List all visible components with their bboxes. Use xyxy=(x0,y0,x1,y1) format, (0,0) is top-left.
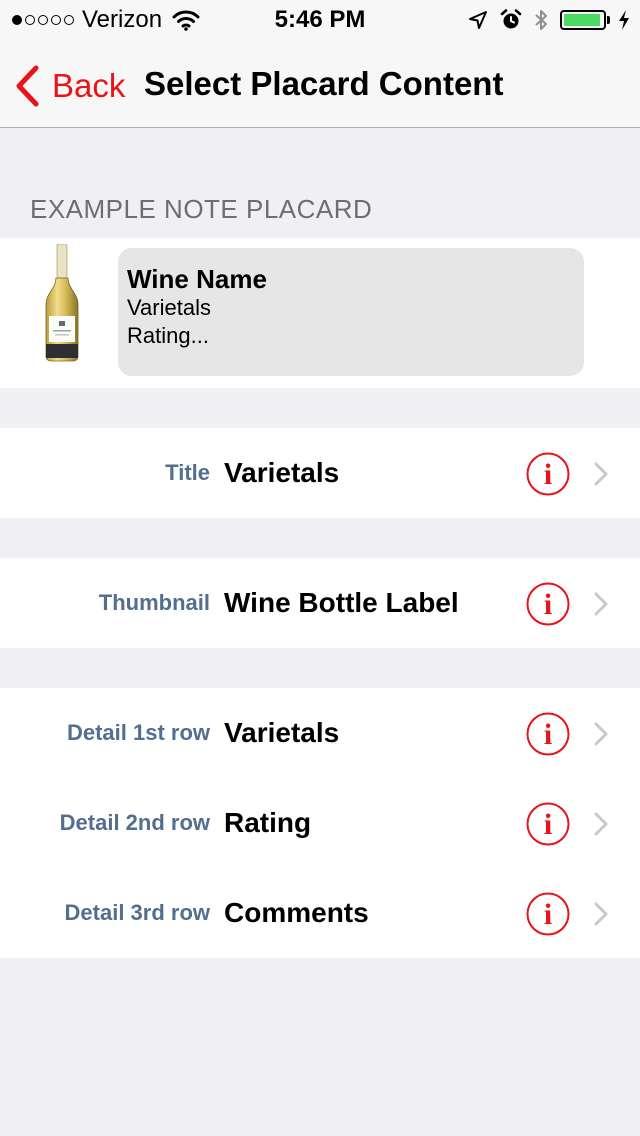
detail-3-row-label: Detail 3rd row xyxy=(64,900,210,925)
info-icon[interactable]: i xyxy=(526,712,570,756)
location-arrow-icon xyxy=(469,11,487,29)
detail-1-row[interactable]: Detail 1st row Varietals i xyxy=(0,688,640,778)
details-group: Detail 1st row Varietals i Detail 2nd ro… xyxy=(0,688,640,958)
placard-line-2: Rating... xyxy=(127,323,209,348)
back-button[interactable]: Back xyxy=(14,64,125,108)
detail-2-row[interactable]: Detail 2nd row Rating i xyxy=(0,778,640,868)
chevron-right-icon xyxy=(594,592,608,616)
thumbnail-row-value: Wine Bottle Label xyxy=(224,587,459,618)
info-icon[interactable]: i xyxy=(526,452,570,496)
info-icon[interactable]: i xyxy=(526,802,570,846)
page-title: Select Placard Content xyxy=(144,65,504,102)
battery-level xyxy=(564,14,600,26)
info-icon[interactable]: i xyxy=(526,892,570,936)
chevron-right-icon xyxy=(594,812,608,836)
detail-1-row-value: Varietals xyxy=(224,717,340,748)
svg-text:i: i xyxy=(544,718,552,751)
svg-text:i: i xyxy=(544,808,552,841)
svg-text:i: i xyxy=(544,588,552,621)
battery-icon xyxy=(560,10,610,30)
title-row-label: Title xyxy=(165,460,210,485)
alarm-clock-icon xyxy=(500,9,522,29)
placard-title: Wine Name xyxy=(127,264,267,294)
placard-preview: Wine Name Varietals Rating... xyxy=(118,248,584,376)
chevron-right-icon xyxy=(594,462,608,486)
bluetooth-icon xyxy=(535,10,547,30)
detail-3-row[interactable]: Detail 3rd row Comments i xyxy=(0,868,640,958)
detail-2-row-value: Rating xyxy=(224,807,312,838)
detail-3-row-value: Comments xyxy=(224,897,369,928)
back-label: Back xyxy=(52,67,126,104)
thumbnail-group: Thumbnail Wine Bottle Label i xyxy=(0,558,640,648)
thumbnail-row-label: Thumbnail xyxy=(98,590,210,615)
status-bar: Verizon 5:46 PM xyxy=(0,0,640,40)
info-icon[interactable]: i xyxy=(526,582,570,626)
chevron-right-icon xyxy=(594,722,608,746)
status-right xyxy=(468,7,630,33)
title-group: Title Varietals i xyxy=(0,428,640,518)
placard-line-1: Varietals xyxy=(127,295,211,320)
detail-1-row-label: Detail 1st row xyxy=(66,720,210,745)
chevron-left-icon xyxy=(16,65,39,107)
chevron-right-icon xyxy=(594,902,608,926)
wine-bottle-thumbnail xyxy=(45,244,79,362)
detail-2-row-label: Detail 2nd row xyxy=(59,810,210,835)
section-header-example: EXAMPLE NOTE PLACARD xyxy=(30,194,373,224)
title-row[interactable]: Title Varietals i xyxy=(0,428,640,518)
example-placard-card: Wine Name Varietals Rating... xyxy=(0,238,640,388)
charging-bolt-icon xyxy=(619,10,629,30)
thumbnail-row[interactable]: Thumbnail Wine Bottle Label i xyxy=(0,558,640,648)
svg-text:i: i xyxy=(544,898,552,931)
navigation-bar: Back Select Placard Content xyxy=(0,40,640,128)
svg-text:i: i xyxy=(544,458,552,491)
title-row-value: Varietals xyxy=(224,457,340,488)
